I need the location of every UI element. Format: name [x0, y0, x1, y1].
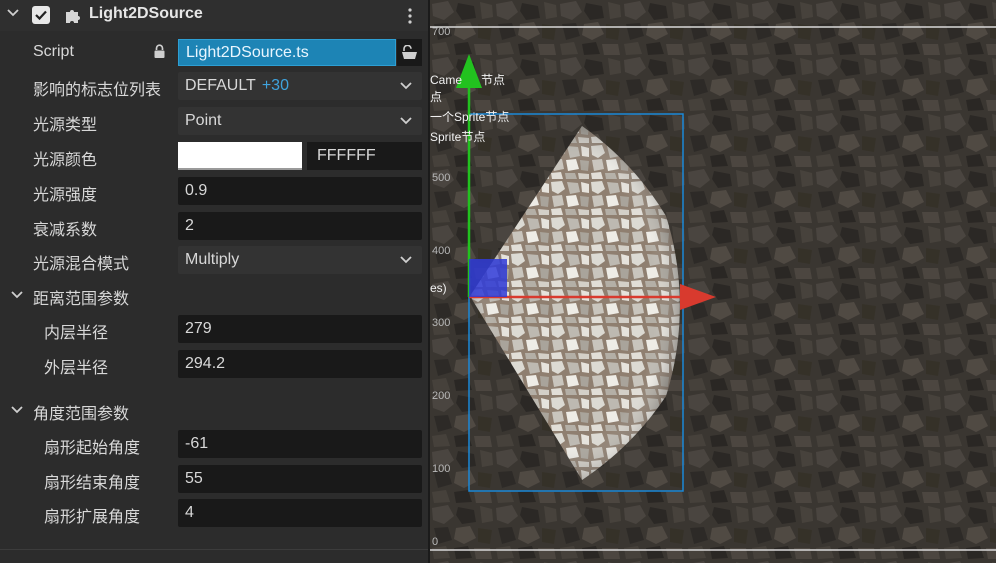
intensity-row: 光源强度 0.9	[0, 176, 428, 206]
falloff-row: 衰减系数 2	[0, 211, 428, 241]
spread-angle-row: 扇形扩展角度 4	[0, 498, 428, 528]
scene-canvas[interactable]: 700 500 400 300 200 100 0 Came 节点 点 一个Sp…	[430, 0, 996, 563]
light-type-label: 光源类型	[33, 117, 98, 134]
blend-mode-dropdown[interactable]: Multiply	[178, 246, 422, 274]
distance-section-label: 距离范围参数	[33, 291, 130, 308]
end-angle-input[interactable]: 55	[178, 465, 422, 493]
end-angle-row: 扇形结束角度 55	[0, 464, 428, 494]
inner-radius-row: 内层半径 279	[0, 314, 428, 344]
lock-icon	[154, 44, 165, 58]
scene-view[interactable]: 700 500 400 300 200 100 0 Came 节点 点 一个Sp…	[430, 0, 996, 563]
panel-bottom-divider	[0, 549, 428, 550]
inner-radius-label: 内层半径	[44, 325, 109, 342]
intensity-label: 光源强度	[33, 187, 98, 204]
script-label: Script	[33, 43, 74, 60]
flags-extra-count: +30	[261, 77, 289, 94]
xy-plane-handle[interactable]	[469, 259, 507, 297]
ruler-tick: 200	[432, 390, 450, 402]
flags-value: DEFAULT	[185, 77, 256, 94]
outer-radius-input[interactable]: 294.2	[178, 350, 422, 378]
inner-radius-input[interactable]: 279	[178, 315, 422, 343]
scene-text-fragment: Came	[430, 73, 462, 87]
light-type-dropdown[interactable]: Point	[178, 107, 422, 135]
intensity-input[interactable]: 0.9	[178, 177, 422, 205]
blend-mode-label: 光源混合模式	[33, 256, 130, 273]
outer-radius-label: 外层半径	[44, 360, 109, 377]
scene-text-fragment: 点	[430, 90, 442, 104]
flags-label: 影响的标志位列表	[33, 82, 162, 99]
light-type-row: 光源类型 Point	[0, 106, 428, 136]
ruler-tick: 0	[432, 536, 438, 548]
chevron-down-icon	[400, 117, 412, 125]
ruler-tick: 100	[432, 463, 450, 475]
distance-section-header[interactable]: 距离范围参数	[0, 280, 428, 310]
ruler-tick: 500	[432, 172, 450, 184]
start-angle-row: 扇形起始角度 -61	[0, 429, 428, 459]
end-angle-label: 扇形结束角度	[44, 475, 141, 492]
check-icon	[35, 10, 47, 21]
chevron-down-icon	[11, 291, 23, 299]
scene-text-fragment: es)	[430, 281, 447, 295]
script-asset-field[interactable]: Light2DSource.ts	[178, 39, 396, 66]
start-angle-label: 扇形起始角度	[44, 440, 141, 457]
outer-radius-row: 外层半径 294.2	[0, 349, 428, 379]
spread-angle-label: 扇形扩展角度	[44, 509, 141, 526]
flags-dropdown[interactable]: DEFAULT +30	[178, 72, 422, 100]
enabled-checkbox[interactable]	[32, 6, 50, 24]
chevron-down-icon	[400, 256, 412, 264]
start-angle-input[interactable]: -61	[178, 430, 422, 458]
more-options-icon[interactable]	[402, 7, 418, 25]
chevron-down-icon	[400, 82, 412, 90]
scene-text-fragment: 节点	[481, 73, 505, 87]
light-color-row: 光源颜色 FFFFFF	[0, 141, 428, 171]
inspector-panel: Light2DSource Script Light2DSource.ts 影响…	[0, 0, 428, 563]
angle-section-label: 角度范围参数	[33, 406, 130, 423]
flags-row: 影响的标志位列表 DEFAULT +30	[0, 71, 428, 101]
ruler-tick: 300	[432, 317, 450, 329]
component-header[interactable]: Light2DSource	[0, 0, 428, 31]
color-hex-input[interactable]: FFFFFF	[307, 142, 422, 170]
chevron-down-icon	[11, 406, 23, 414]
light-type-value: Point	[185, 112, 222, 129]
script-row: Script Light2DSource.ts	[0, 38, 428, 68]
spread-angle-input[interactable]: 4	[178, 499, 422, 527]
component-title: Light2DSource	[89, 5, 203, 22]
ruler-tick: 700	[432, 26, 450, 38]
blend-mode-row: 光源混合模式 Multiply	[0, 245, 428, 275]
ruler-tick: 400	[432, 245, 450, 257]
light-color-label: 光源颜色	[33, 152, 98, 169]
scene-text-fragment: Sprite节点	[430, 130, 485, 144]
falloff-label: 衰减系数	[33, 222, 98, 239]
falloff-input[interactable]: 2	[178, 212, 422, 240]
angle-section-header[interactable]: 角度范围参数	[0, 395, 428, 425]
chevron-down-icon[interactable]	[6, 6, 20, 20]
folder-open-icon	[402, 45, 417, 59]
color-swatch[interactable]	[178, 142, 302, 170]
scene-text-fragment: 一个Sprite节点	[430, 110, 509, 124]
blend-mode-value: Multiply	[185, 251, 240, 268]
puzzle-icon	[66, 10, 80, 23]
script-locate-button[interactable]	[397, 39, 422, 66]
